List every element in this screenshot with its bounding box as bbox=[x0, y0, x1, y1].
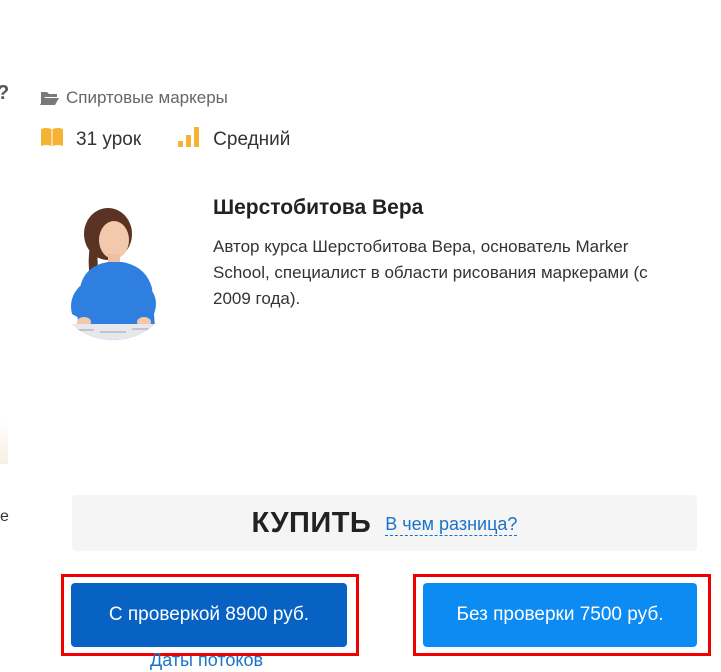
buy-header: КУПИТЬ В чем разница? bbox=[72, 495, 697, 551]
buy-without-review-button[interactable]: Без проверки 7500 руб. bbox=[423, 583, 697, 647]
stream-dates-link[interactable]: Даты потоков bbox=[150, 650, 263, 671]
course-category[interactable]: Спиртовые маркеры bbox=[40, 88, 228, 108]
clipped-left-text-bottom: e bbox=[0, 508, 9, 525]
clipped-left-image bbox=[0, 420, 8, 464]
course-level: Средний bbox=[177, 126, 290, 154]
difference-link[interactable]: В чем разница? bbox=[385, 514, 518, 536]
course-page: ? e Спиртовые маркеры 31 урок bbox=[0, 0, 721, 672]
level-label: Средний bbox=[213, 129, 291, 150]
lessons-count: 31 урок bbox=[40, 127, 141, 153]
author-avatar bbox=[50, 196, 176, 340]
signal-bars-icon bbox=[177, 126, 201, 154]
folder-open-icon bbox=[40, 90, 60, 106]
buy-with-review-button[interactable]: С проверкой 8900 руб. bbox=[71, 583, 347, 647]
book-icon bbox=[40, 127, 64, 153]
buy-title: КУПИТЬ bbox=[251, 506, 372, 539]
category-label: Спиртовые маркеры bbox=[66, 88, 228, 107]
lessons-label: 31 урок bbox=[76, 129, 142, 150]
author-bio: Автор курса Шерстобитова Вера, основател… bbox=[213, 237, 648, 308]
course-meta: 31 урок Средний bbox=[40, 126, 290, 154]
clipped-left-text: ? bbox=[0, 82, 9, 105]
author-name: Шерстобитова Вера bbox=[213, 196, 424, 219]
